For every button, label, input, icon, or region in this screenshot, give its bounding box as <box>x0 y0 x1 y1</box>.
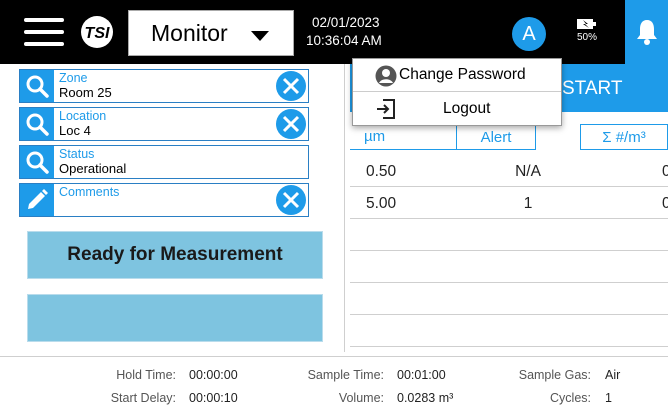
footer-divider <box>0 356 668 357</box>
hold-time-value: 00:00:00 <box>189 368 238 382</box>
zone-value: Room 25 <box>59 85 112 100</box>
location-search-button[interactable] <box>20 108 54 140</box>
table-row-empty <box>350 251 668 283</box>
zone-search-button[interactable] <box>20 70 54 102</box>
column-header-count[interactable]: Σ #/m³ <box>580 124 668 150</box>
row-count: 0 <box>662 195 668 212</box>
user-circle-icon <box>375 65 397 87</box>
tsi-logo: TSI <box>74 14 120 50</box>
table-row-empty <box>350 283 668 315</box>
battery-indicator: 50% <box>574 18 600 43</box>
mode-dropdown[interactable]: Monitor <box>128 10 294 56</box>
secondary-action-button[interactable] <box>27 294 323 342</box>
column-header-alert[interactable]: Alert <box>456 124 536 150</box>
comments-edit-button[interactable] <box>20 184 54 216</box>
location-field[interactable]: Location Loc 4 <box>19 107 309 141</box>
table-row: 0.50 N/A 0 <box>350 155 668 187</box>
logout-label: Logout <box>443 100 491 117</box>
sample-time-value: 00:01:00 <box>397 368 446 382</box>
location-value: Loc 4 <box>59 123 91 138</box>
zone-field[interactable]: Zone Room 25 <box>19 69 309 103</box>
user-menu: Change Password Logout <box>352 58 562 126</box>
comments-field[interactable]: Comments <box>19 183 309 217</box>
row-alert: N/A <box>515 163 541 180</box>
search-icon <box>26 75 49 98</box>
ready-for-measurement-button[interactable]: Ready for Measurement <box>27 231 323 279</box>
close-icon <box>282 115 300 133</box>
row-size: 5.00 <box>366 195 397 212</box>
row-size: 0.50 <box>366 163 397 180</box>
battery-percent: 50% <box>576 32 597 43</box>
sample-gas-label: Sample Gas: <box>518 368 591 382</box>
svg-text:TSI: TSI <box>85 25 110 42</box>
zone-clear-button[interactable] <box>276 71 306 101</box>
notifications-button[interactable] <box>625 0 668 64</box>
table-row-empty <box>350 219 668 251</box>
start-delay-label: Start Delay: <box>110 391 176 405</box>
battery-charging-icon <box>577 19 596 29</box>
row-alert: 1 <box>523 195 533 212</box>
sample-time-label: Sample Time: <box>307 368 384 382</box>
hamburger-menu-icon[interactable] <box>24 18 64 46</box>
search-icon <box>26 151 49 174</box>
panel-divider <box>344 64 345 352</box>
location-label: Location <box>59 109 107 123</box>
cycles-value: 1 <box>605 391 612 405</box>
comments-clear-button[interactable] <box>276 185 306 215</box>
start-label: START <box>562 78 623 99</box>
column-header-size[interactable]: µm <box>350 124 456 150</box>
hold-time-label: Hold Time: <box>116 368 176 382</box>
caret-down-icon <box>251 31 269 41</box>
table-row: 5.00 1 0 <box>350 187 668 219</box>
bell-icon <box>637 20 657 45</box>
user-avatar-button[interactable]: A <box>512 17 546 51</box>
cycles-label: Cycles: <box>550 391 591 405</box>
zone-label: Zone <box>59 71 88 85</box>
date-time: 02/01/2023 10:36:04 AM <box>306 14 382 50</box>
start-delay-value: 00:00:10 <box>189 391 238 405</box>
status-field[interactable]: Status Operational <box>19 145 309 179</box>
change-password-label: Change Password <box>399 66 526 83</box>
volume-value: 0.0283 m³ <box>397 391 454 405</box>
time-text: 10:36:04 AM <box>306 33 382 48</box>
logout-icon <box>377 99 395 119</box>
row-count: 0 <box>662 163 668 180</box>
volume-label: Volume: <box>338 391 384 405</box>
top-bar: TSI Monitor 02/01/2023 10:36:04 AM A 50% <box>0 0 668 64</box>
logout-menu-item[interactable]: Logout <box>353 93 561 126</box>
change-password-menu-item[interactable]: Change Password <box>353 59 561 92</box>
search-icon <box>26 113 49 136</box>
status-value: Operational <box>59 161 127 176</box>
status-search-button[interactable] <box>20 146 54 178</box>
close-icon <box>282 77 300 95</box>
pencil-icon <box>28 189 48 209</box>
comments-label: Comments <box>59 185 120 199</box>
table-row-empty <box>350 315 668 347</box>
sample-gas-value: Air <box>605 368 621 382</box>
status-label: Status <box>59 147 95 161</box>
close-icon <box>282 191 300 209</box>
mode-label: Monitor <box>151 19 228 46</box>
date-text: 02/01/2023 <box>312 15 380 30</box>
location-clear-button[interactable] <box>276 109 306 139</box>
